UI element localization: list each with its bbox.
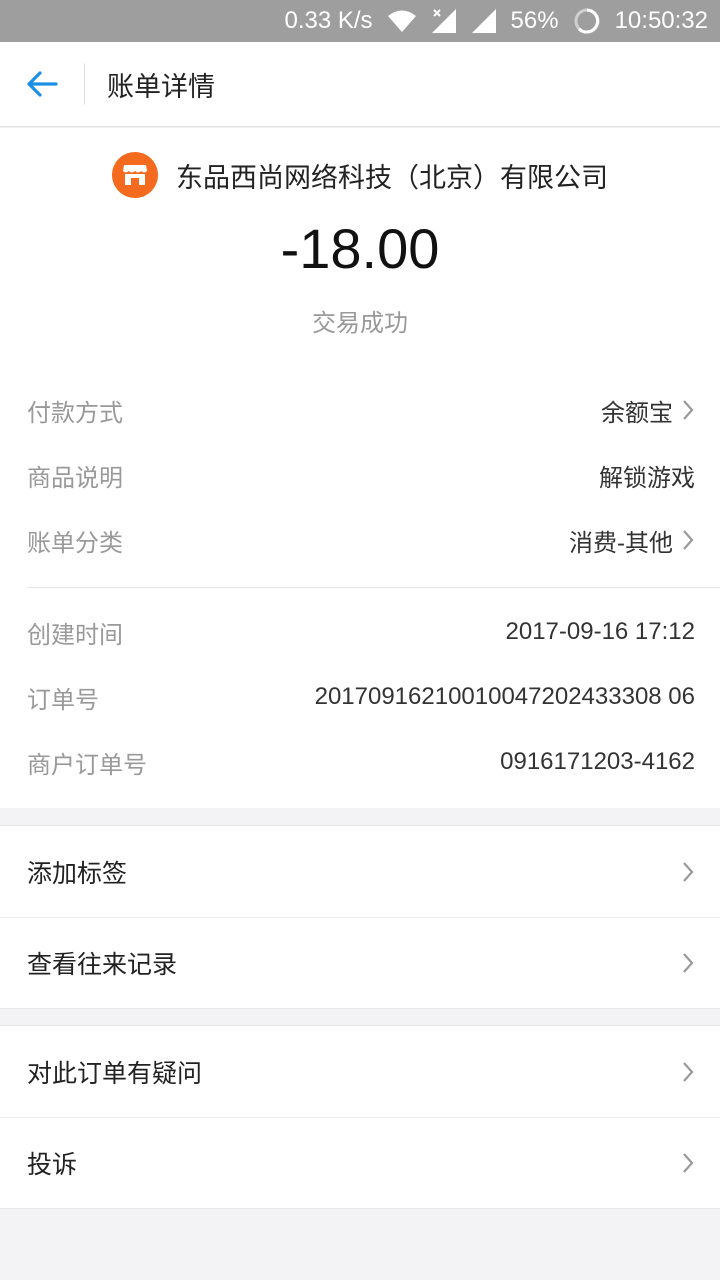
wifi-icon — [387, 9, 417, 33]
order-number-row: 订单号 20170916210010047202433308 06 — [27, 677, 695, 717]
chevron-right-icon — [683, 1152, 694, 1173]
chevron-right-icon — [683, 861, 694, 882]
product-description-row: 商品说明 解锁游戏 — [27, 455, 695, 495]
detail-label: 创建时间 — [27, 620, 123, 649]
signal-no-sim-icon — [431, 8, 457, 34]
battery-percent: 56% — [510, 7, 559, 34]
merchant-row: 东品西尚网络科技（北京）有限公司 — [0, 150, 720, 200]
complaint-button[interactable]: 投诉 — [0, 1117, 720, 1208]
view-history-button[interactable]: 查看往来记录 — [0, 917, 720, 1008]
chevron-right-icon — [683, 530, 694, 550]
amount: -18.00 — [280, 217, 440, 280]
detail-label: 付款方式 — [27, 398, 123, 427]
detail-value: 0916171203-4162 — [500, 748, 695, 775]
detail-value: 20170916210010047202433308 06 — [314, 683, 695, 710]
merchant-name: 东品西尚网络科技（北京）有限公司 — [176, 162, 608, 194]
page-title: 账单详情 — [107, 71, 215, 103]
menu-item-label: 添加标签 — [27, 858, 128, 888]
merchant-order-number-row: 商户订单号 0916171203-4162 — [27, 742, 695, 782]
detail-value: 2017-09-16 17:12 — [505, 618, 696, 645]
add-tag-button[interactable]: 添加标签 — [0, 826, 720, 917]
arrow-left-icon — [27, 71, 58, 97]
chevron-right-icon — [683, 952, 694, 973]
detail-value: 解锁游戏 — [599, 464, 695, 492]
detail-label: 订单号 — [27, 685, 99, 714]
payment-method-row[interactable]: 付款方式 余额宝 — [27, 390, 695, 430]
chevron-right-icon — [683, 1061, 694, 1082]
transaction-status: 交易成功 — [312, 309, 408, 337]
detail-label: 商户订单号 — [27, 750, 147, 779]
header-divider — [84, 63, 85, 105]
bill-category-row[interactable]: 账单分类 消费-其他 — [27, 520, 695, 560]
clock: 10:50:32 — [614, 7, 708, 34]
back-button[interactable] — [0, 42, 84, 127]
net-speed: 0.33 K/s — [284, 7, 373, 34]
signal-icon — [471, 8, 497, 34]
bill-summary: 东品西尚网络科技（北京）有限公司 -18.00 交易成功 付款方式 余额宝 商品… — [0, 128, 720, 808]
order-question-button[interactable]: 对此订单有疑问 — [0, 1026, 720, 1117]
chevron-right-icon — [683, 400, 694, 420]
battery-icon — [573, 7, 601, 35]
menu-group-tags: 添加标签 查看往来记录 — [0, 825, 720, 1009]
created-time-row: 创建时间 2017-09-16 17:12 — [27, 612, 695, 652]
shop-icon — [112, 152, 158, 198]
app-header: 账单详情 — [0, 42, 720, 127]
detail-label: 商品说明 — [27, 463, 123, 492]
menu-item-label: 查看往来记录 — [27, 949, 178, 979]
detail-value: 余额宝 — [601, 399, 673, 427]
status-bar: 0.33 K/s 56% 10:50:32 — [0, 0, 720, 42]
menu-item-label: 投诉 — [27, 1149, 78, 1179]
menu-group-support: 对此订单有疑问 投诉 — [0, 1025, 720, 1209]
detail-label: 账单分类 — [27, 528, 123, 557]
menu-item-label: 对此订单有疑问 — [27, 1058, 203, 1088]
divider — [27, 587, 720, 588]
detail-value: 消费-其他 — [569, 529, 673, 557]
